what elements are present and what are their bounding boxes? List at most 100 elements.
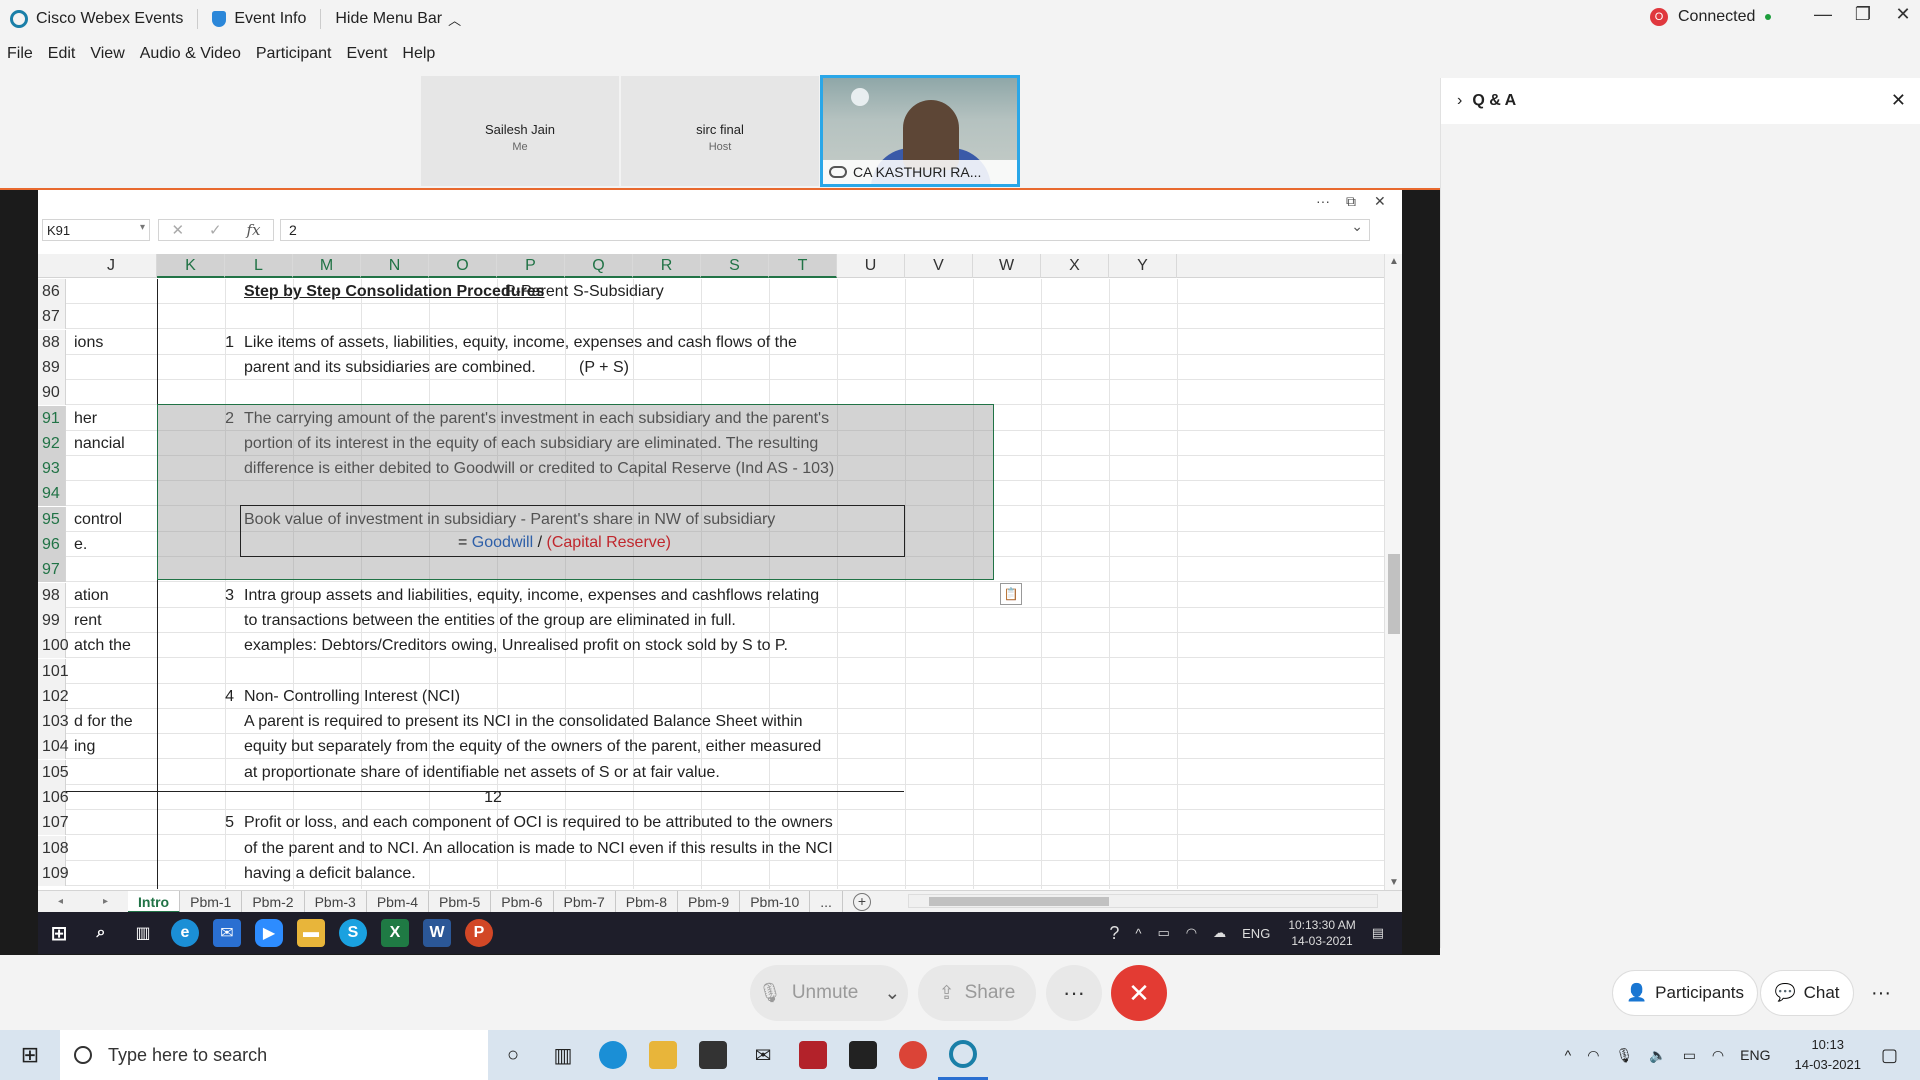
mail-icon[interactable]: ✉ (738, 1030, 788, 1080)
row-number[interactable]: 93 (38, 456, 66, 482)
row-number[interactable]: 101 (38, 658, 69, 684)
inner-lang[interactable]: ENG (1242, 926, 1270, 941)
enter-icon[interactable]: ✓ (209, 221, 222, 239)
task-view-icon[interactable]: ▥ (129, 919, 157, 947)
edge-icon[interactable]: e (171, 919, 199, 947)
qa-header[interactable]: › Q & A ✕ (1441, 78, 1920, 124)
sheet-tab[interactable]: Pbm-5 (429, 890, 492, 913)
windows-start-icon[interactable]: ⊞ (0, 1042, 60, 1068)
sheet-tab[interactable]: Pbm-7 (554, 890, 616, 913)
menu-audio-video[interactable]: Audio & Video (140, 45, 241, 63)
popout-icon[interactable]: ⧉ (1346, 193, 1356, 210)
row-number[interactable]: 92 (38, 430, 66, 456)
participant-tile[interactable]: sirc final Host (621, 76, 819, 186)
search-icon[interactable]: ⌕ (87, 919, 115, 947)
notifications-icon[interactable]: ▤ (1372, 925, 1384, 941)
horizontal-scrollbar[interactable] (908, 894, 1378, 908)
sheet-tab[interactable]: Pbm-4 (367, 890, 430, 913)
cortana-icon[interactable]: ○ (488, 1030, 538, 1080)
column-header-l[interactable]: L (225, 254, 293, 278)
column-header-y[interactable]: Y (1109, 254, 1177, 278)
inner-clock[interactable]: 10:13:30 AM 14-03-2021 (1288, 917, 1355, 949)
windows-start-icon[interactable]: ⊞ (45, 919, 73, 947)
row-number[interactable]: 103 (38, 709, 69, 735)
zoom-icon[interactable]: ▶ (255, 919, 283, 947)
column-header-n[interactable]: N (361, 254, 429, 278)
row-number[interactable]: 104 (38, 734, 69, 760)
column-header-q[interactable]: Q (565, 254, 633, 278)
row-number[interactable]: 106 (38, 785, 69, 810)
skype-icon[interactable]: S (339, 919, 367, 947)
participants-button[interactable]: 👤 Participants (1612, 970, 1758, 1016)
row-number[interactable]: 86 (38, 279, 66, 304)
more-icon[interactable]: ··· (1858, 970, 1904, 1016)
volume-icon[interactable]: 🔈 (1649, 1047, 1666, 1064)
sheet-tab[interactable]: ... (810, 890, 843, 913)
worksheet-grid[interactable]: 86 Step by Step Consolidation Procedures P… (38, 279, 1384, 889)
hide-menu-bar-button[interactable]: Hide Menu Bar ︿ (335, 10, 461, 29)
sheet-tab[interactable]: Pbm-8 (616, 890, 678, 913)
column-header-v[interactable]: V (905, 254, 973, 278)
row-number[interactable]: 99 (38, 607, 66, 633)
row-number[interactable]: 87 (38, 304, 66, 330)
chat-button[interactable]: 💬 Chat (1760, 970, 1854, 1016)
notifications-icon[interactable]: ▢ (1881, 1045, 1898, 1066)
column-header-u[interactable]: U (837, 254, 905, 278)
sheet-tab[interactable]: Pbm-9 (678, 890, 741, 913)
participant-tile[interactable]: Sailesh Jain Me (421, 76, 619, 186)
scroll-up-icon[interactable]: ▲ (1385, 256, 1403, 267)
store-icon[interactable] (688, 1030, 738, 1080)
file-explorer-icon[interactable] (638, 1030, 688, 1080)
add-sheet-icon[interactable]: + (852, 892, 871, 911)
sheet-tab[interactable]: Pbm-6 (491, 890, 554, 913)
wifi-icon[interactable]: ◠ (1712, 1047, 1724, 1064)
restore-icon[interactable]: ❐ (1848, 4, 1878, 25)
sheet-prev-icon[interactable]: ◂ (58, 896, 63, 907)
sheet-tab[interactable]: Pbm-1 (180, 890, 243, 913)
column-header-w[interactable]: W (973, 254, 1041, 278)
column-header-s[interactable]: S (701, 254, 769, 278)
insert-function-icon[interactable]: fx (247, 221, 261, 239)
row-number[interactable]: 108 (38, 835, 69, 861)
task-view-icon[interactable]: ▥ (538, 1030, 588, 1080)
word-icon[interactable]: W (423, 919, 451, 947)
close-icon[interactable]: ✕ (1374, 193, 1386, 210)
connection-status[interactable]: O Connected (1650, 8, 1772, 26)
name-box[interactable]: K91 (42, 219, 150, 241)
menu-edit[interactable]: Edit (48, 45, 76, 63)
sheet-tab[interactable]: Intro (128, 890, 181, 913)
row-number[interactable]: 102 (38, 683, 69, 709)
row-number[interactable]: 91 (38, 405, 66, 431)
formula-input[interactable]: 2 (280, 218, 1370, 241)
column-header-r[interactable]: R (633, 254, 701, 278)
chevron-right-icon[interactable]: › (1457, 92, 1462, 110)
event-info-button[interactable]: Event Info (212, 10, 306, 28)
row-number[interactable]: 105 (38, 759, 69, 785)
edge-icon[interactable] (588, 1030, 638, 1080)
webex-icon[interactable] (938, 1030, 988, 1080)
row-number[interactable]: 109 (38, 860, 69, 886)
close-icon[interactable]: ✕ (1888, 4, 1918, 25)
excel-icon[interactable]: X (381, 919, 409, 947)
row-number[interactable]: 88 (38, 329, 66, 355)
column-header-j[interactable]: J (66, 254, 157, 278)
help-icon[interactable]: ? (1109, 923, 1119, 944)
scroll-thumb[interactable] (929, 897, 1109, 906)
share-button[interactable]: ⇪ Share (918, 965, 1036, 1021)
scroll-down-icon[interactable]: ▼ (1385, 877, 1403, 888)
os-lang[interactable]: ENG (1740, 1047, 1770, 1063)
powerpoint-icon[interactable]: P (465, 919, 493, 947)
sheet-tab[interactable]: Pbm-10 (740, 890, 811, 913)
os-clock[interactable]: 10:13 14-03-2021 (1794, 1035, 1861, 1075)
sheet-tab[interactable]: Pbm-3 (305, 890, 367, 913)
unmute-button[interactable]: 🎙 Unmute ⌄ (750, 965, 908, 1021)
menu-help[interactable]: Help (402, 45, 435, 63)
terminal-icon[interactable] (838, 1030, 888, 1080)
row-number[interactable]: 97 (38, 557, 66, 583)
column-header-k[interactable]: K (157, 254, 225, 278)
close-icon[interactable]: ✕ (1891, 90, 1906, 111)
more-options-button[interactable]: ··· (1046, 965, 1102, 1021)
sheet-tab[interactable]: Pbm-2 (242, 890, 305, 913)
sheet-next-icon[interactable]: ▸ (103, 896, 108, 907)
row-number[interactable]: 98 (38, 582, 66, 608)
